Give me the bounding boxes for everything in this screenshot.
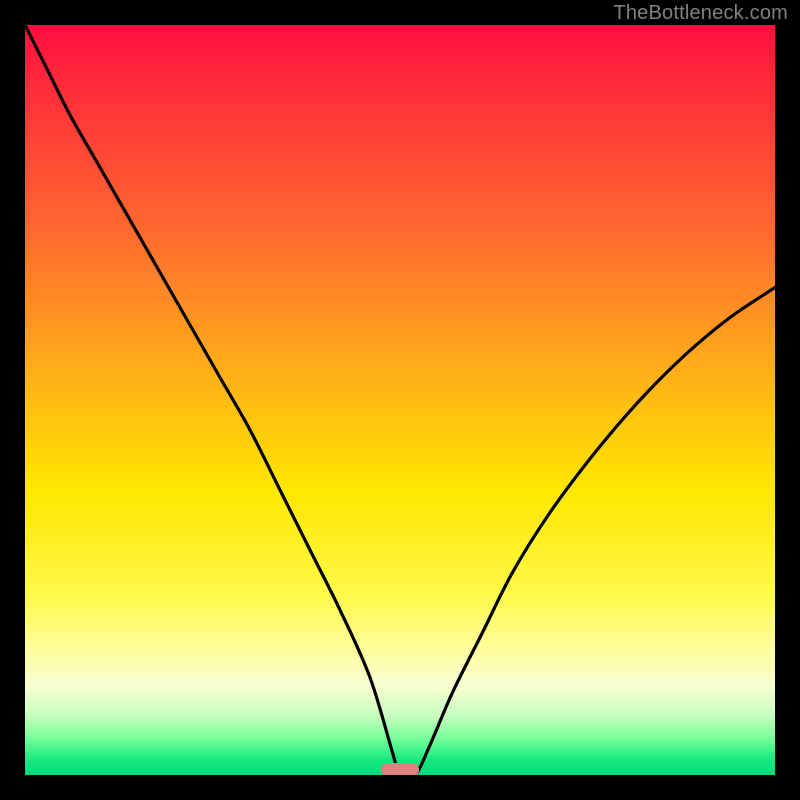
- optimal-marker: [381, 763, 419, 775]
- plot-area: [25, 25, 775, 775]
- watermark-text: TheBottleneck.com: [613, 2, 788, 25]
- chart-frame: TheBottleneck.com: [0, 0, 800, 800]
- bottleneck-curve: [25, 25, 775, 775]
